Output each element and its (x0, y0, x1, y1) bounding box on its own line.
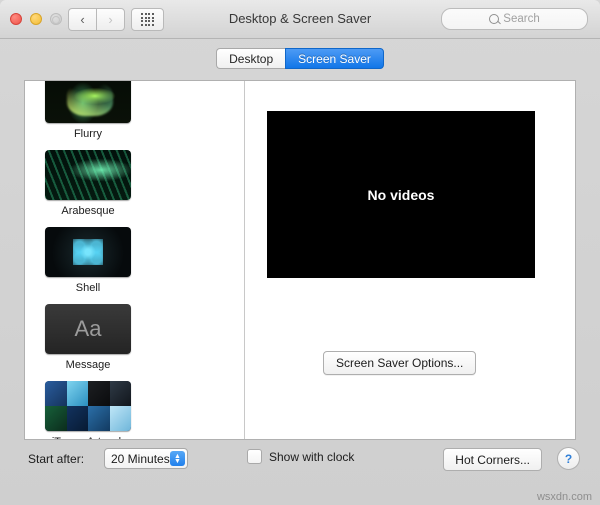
preview-pane: No videos Screen Saver Options... (245, 81, 575, 439)
list-item[interactable]: Aa Message (39, 304, 137, 373)
list-item-label: Message (60, 358, 117, 373)
content-panel: Flurry Arabesque Shell Aa Message (24, 80, 576, 440)
preview-message: No videos (368, 187, 435, 203)
list-item[interactable]: Flurry (39, 81, 137, 142)
help-button[interactable]: ? (557, 447, 580, 470)
list-item-label: Shell (70, 281, 106, 296)
title-bar: ‹ › Desktop & Screen Saver Search (0, 0, 600, 39)
search-input[interactable]: Search (441, 8, 588, 30)
start-after-value: 20 Minutes (105, 452, 170, 466)
thumbnail-shell[interactable] (45, 227, 131, 277)
list-item[interactable]: iTunes Artwork (39, 381, 137, 439)
thumbnail-message-text: Aa (75, 316, 102, 342)
search-placeholder: Search (503, 13, 539, 25)
segmented-control: Desktop Screen Saver (216, 48, 384, 69)
thumbnail-flurry[interactable] (45, 81, 131, 123)
list-item[interactable]: Shell (39, 227, 137, 296)
start-after-select[interactable]: 20 Minutes ▲▼ (104, 448, 188, 469)
search-icon (489, 14, 499, 24)
watermark: wsxdn.com (537, 491, 592, 503)
hot-corners-button[interactable]: Hot Corners... (443, 448, 542, 471)
tab-bar: Desktop Screen Saver (0, 48, 600, 69)
list-item-label: Arabesque (55, 204, 120, 219)
stepper-arrows-icon[interactable]: ▲▼ (170, 451, 185, 466)
list-item-label: iTunes Artwork (46, 435, 130, 439)
tab-desktop[interactable]: Desktop (216, 48, 285, 69)
thumbnail-message[interactable]: Aa (45, 304, 131, 354)
screen-saver-options-button[interactable]: Screen Saver Options... (323, 351, 476, 375)
show-with-clock-row[interactable]: Show with clock (247, 449, 354, 464)
thumbnail-arabesque[interactable] (45, 150, 131, 200)
tab-screen-saver[interactable]: Screen Saver (285, 48, 384, 69)
preferences-window: ‹ › Desktop & Screen Saver Search Deskto… (0, 0, 600, 505)
list-item-label: Flurry (68, 127, 108, 142)
start-after-label: Start after: (28, 452, 84, 466)
show-with-clock-checkbox[interactable] (247, 449, 262, 464)
screen-saver-grid: Flurry Arabesque Shell Aa Message (25, 81, 244, 439)
screen-saver-list[interactable]: Flurry Arabesque Shell Aa Message (25, 81, 245, 439)
bottom-bar: Start after: 20 Minutes ▲▼ Show with clo… (0, 443, 600, 483)
list-item[interactable]: Arabesque (39, 150, 137, 219)
screen-saver-preview[interactable]: No videos (267, 111, 535, 278)
thumbnail-itunes-artwork[interactable] (45, 381, 131, 431)
show-with-clock-label: Show with clock (269, 450, 354, 464)
